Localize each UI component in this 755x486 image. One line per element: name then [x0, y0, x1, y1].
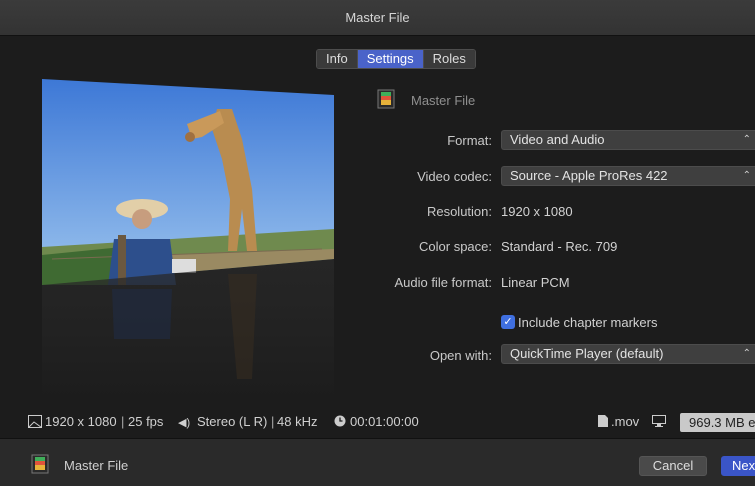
stepper-arrows-icon: ⌃: [742, 170, 751, 181]
master-file-icon: [376, 89, 396, 109]
tab-info[interactable]: Info: [317, 50, 358, 68]
chapter-markers-label[interactable]: Include chapter markers: [518, 315, 657, 330]
video-frame-icon: [28, 415, 42, 431]
video-preview-thumbnail: [42, 79, 334, 399]
separator: |: [121, 414, 125, 429]
display-icon: [652, 415, 666, 430]
cancel-button[interactable]: Cancel: [639, 456, 707, 476]
file-extension-text: .mov: [611, 414, 640, 429]
tab-settings[interactable]: Settings: [357, 50, 424, 68]
resolution-value: 1920 x 1080: [501, 204, 573, 219]
fps-text: 25 fps: [128, 414, 164, 429]
separator: |: [271, 414, 275, 429]
audio-format-label: Audio file format:: [394, 275, 492, 290]
video-resolution-text: 1920 x 1080: [45, 414, 117, 429]
clock-icon: [334, 415, 346, 430]
video-codec-value: Source - Apple ProRes 422: [510, 168, 668, 183]
resolution-label: Resolution:: [426, 204, 492, 219]
window-titlebar: Master File: [0, 0, 755, 36]
format-label: Format:: [447, 133, 492, 148]
speaker-icon: ◀): [178, 417, 191, 429]
chapter-markers-checkbox[interactable]: ✓: [501, 315, 515, 329]
preview-image: [42, 79, 334, 399]
document-icon: [598, 415, 608, 430]
file-size-badge: 969.3 MB e: [680, 413, 755, 432]
format-select[interactable]: Video and Audio ⌃: [501, 130, 755, 150]
output-info-bar: 1920 x 1080 | 25 fps ◀) Stereo (L R) | 4…: [0, 409, 755, 435]
share-dialog-content: Info Settings Roles Master File Format: …: [0, 36, 755, 438]
window-title: Master File: [345, 10, 410, 25]
stepper-arrows-icon: ⌃: [742, 134, 751, 145]
color-space-value: Standard - Rec. 709: [501, 239, 618, 254]
tab-bar: Info Settings Roles: [316, 49, 476, 69]
open-with-value: QuickTime Player (default): [510, 346, 664, 361]
tab-roles[interactable]: Roles: [423, 50, 475, 68]
duration-text: 00:01:00:00: [350, 414, 419, 429]
stepper-arrows-icon: ⌃: [742, 348, 751, 359]
master-file-icon: [30, 454, 50, 474]
sample-rate-text: 48 kHz: [277, 414, 318, 429]
open-with-label: Open with:: [429, 348, 492, 363]
video-codec-label: Video codec:: [417, 169, 492, 184]
color-space-label: Color space:: [419, 239, 492, 254]
dialog-footer: Master File Cancel Nex: [0, 438, 755, 486]
next-button[interactable]: Nex: [721, 456, 755, 476]
audio-format-value: Linear PCM: [501, 275, 570, 290]
settings-file-title: Master File: [411, 93, 476, 108]
open-with-select[interactable]: QuickTime Player (default) ⌃: [501, 344, 755, 364]
audio-channels-text: Stereo (L R): [197, 414, 268, 429]
format-value: Video and Audio: [510, 132, 605, 147]
footer-title: Master File: [64, 458, 129, 473]
video-codec-select[interactable]: Source - Apple ProRes 422 ⌃: [501, 166, 755, 186]
